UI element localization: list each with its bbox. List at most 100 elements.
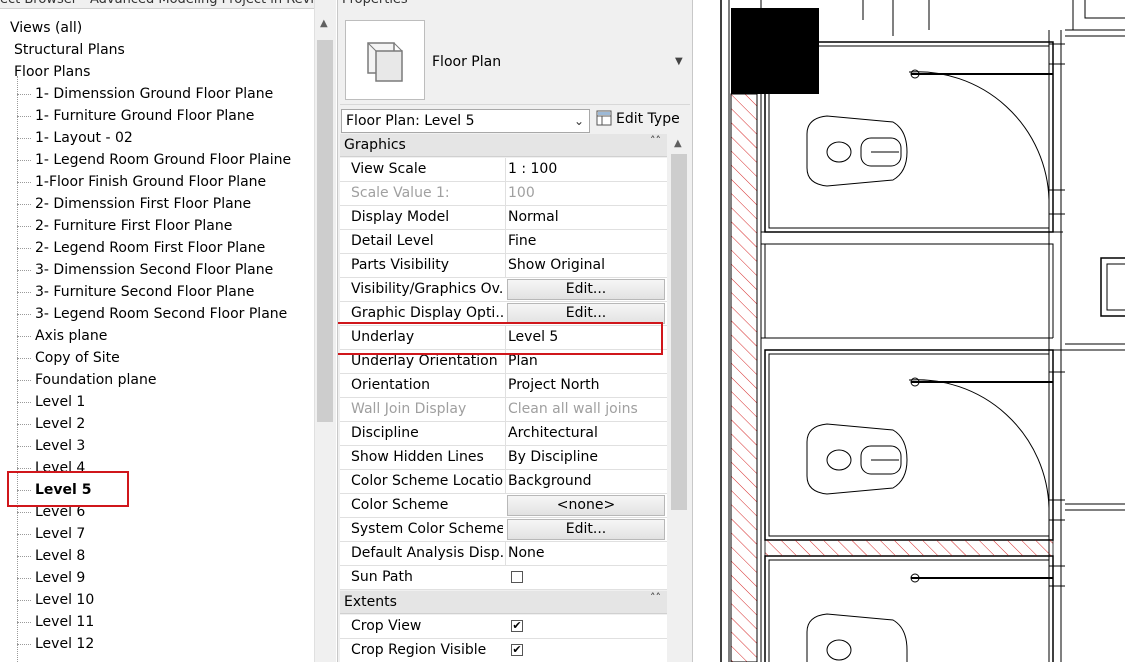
- property-value[interactable]: Project North: [505, 374, 669, 397]
- type-dropdown-icon[interactable]: ▼: [675, 56, 683, 67]
- property-row: Crop View ✔: [340, 615, 667, 639]
- tree-item-view[interactable]: 2- Furniture First Floor Plane: [16, 215, 233, 237]
- tree-item-label: 1- Legend Room Ground Floor Plaine: [35, 152, 292, 168]
- tree-group-structural-plans[interactable]: Structural Plans: [14, 39, 125, 61]
- tree-item-label: Level 9: [35, 570, 86, 586]
- property-value: 100: [505, 182, 669, 205]
- property-edit-button[interactable]: Edit...: [507, 519, 665, 540]
- property-row: Show Hidden Lines By Discipline: [340, 446, 667, 470]
- drawing-area[interactable]: [693, 0, 1125, 662]
- property-name: Detail Level: [351, 233, 434, 249]
- property-value[interactable]: 1 : 100: [505, 158, 669, 181]
- tree-item-view[interactable]: 3- Furniture Second Floor Plane: [16, 281, 255, 303]
- property-name: Scale Value 1:: [351, 185, 450, 201]
- tree-item-view[interactable]: 3- Dimenssion Second Floor Plane: [16, 259, 273, 281]
- selected-view-highlight: [7, 471, 129, 507]
- tree-item-view[interactable]: Level 3: [16, 435, 86, 457]
- property-row: View Scale 1 : 100: [340, 158, 667, 182]
- property-row: Scale Value 1: 100: [340, 182, 667, 206]
- chevron-down-icon[interactable]: ⌄: [574, 110, 584, 132]
- property-name: Sun Path: [351, 569, 413, 585]
- browser-scrollbar[interactable]: ▲: [314, 0, 336, 662]
- tree-item-view[interactable]: 1- Layout - 02: [17, 127, 133, 149]
- toilet-fixture: [806, 423, 908, 495]
- tree-item-view[interactable]: Level 11: [16, 611, 95, 633]
- tree-item-label: Level 3: [35, 438, 86, 454]
- tree-item-view[interactable]: Level 7: [16, 523, 85, 545]
- tree-item-view[interactable]: Copy of Site: [17, 347, 120, 369]
- properties-scroll-thumb[interactable]: [671, 154, 687, 510]
- tree-guide-line: [17, 76, 18, 662]
- property-checkbox[interactable]: [511, 571, 523, 583]
- tree-item-label: Level 10: [35, 592, 95, 608]
- property-name: Orientation: [351, 377, 431, 393]
- property-row: Orientation Project North: [340, 374, 667, 398]
- tree-item-label: Floor Plans: [14, 64, 91, 80]
- floor-plan-canvas[interactable]: [693, 0, 1125, 662]
- property-row: Default Analysis Disp... None: [340, 542, 667, 566]
- property-name: Wall Join Display: [351, 401, 467, 417]
- instance-selector[interactable]: Floor Plan: Level 5 ⌄: [341, 109, 590, 133]
- tree-item-label: Level 11: [35, 614, 95, 630]
- tree-item-label: Level 12: [35, 636, 95, 652]
- tree-item-view[interactable]: 2- Dimenssion First Floor Plane: [16, 193, 251, 215]
- property-row: Color Scheme <none>: [340, 494, 667, 518]
- property-edit-button[interactable]: Edit...: [507, 303, 665, 324]
- tree-item-label: 1- Layout - 02: [35, 130, 133, 146]
- tree-item-view[interactable]: Level 2: [16, 413, 85, 435]
- property-checkbox[interactable]: ✔: [511, 620, 523, 632]
- properties-scrollbar[interactable]: ▲: [668, 134, 690, 662]
- property-value[interactable]: None: [505, 542, 669, 565]
- property-name: Crop Region Visible: [351, 642, 487, 658]
- tree-item-view[interactable]: Level 8: [16, 545, 85, 567]
- property-value[interactable]: Fine: [505, 230, 669, 253]
- property-checkbox[interactable]: ✔: [511, 644, 523, 656]
- section-graphics[interactable]: Graphics ˄˄: [340, 134, 667, 157]
- tree-item-label: 2- Furniture First Floor Plane: [35, 218, 233, 234]
- collapse-icon[interactable]: ˄˄: [650, 134, 661, 147]
- property-value[interactable]: By Discipline: [505, 446, 669, 469]
- tree-item-view[interactable]: 1- Legend Room Ground Floor Plaine: [16, 149, 292, 171]
- tree-group-floor-plans[interactable]: Floor Plans: [14, 61, 90, 83]
- tree-item-view[interactable]: 2- Legend Room First Floor Plane: [16, 237, 265, 259]
- property-row: Discipline Architectural: [340, 422, 667, 446]
- tree-item-view[interactable]: 1- Dimenssion Ground Floor Plane: [16, 83, 273, 105]
- project-browser: ect Browser - Advanced Modeling Project …: [0, 0, 336, 662]
- tree-item-view[interactable]: Level 10: [16, 589, 95, 611]
- property-name: Show Hidden Lines: [351, 449, 484, 465]
- property-row: Display Model Normal: [340, 206, 667, 230]
- tree-item-view[interactable]: Foundation plane: [16, 369, 156, 391]
- property-value[interactable]: Architectural: [505, 422, 669, 445]
- tree-item-view[interactable]: Level 9: [16, 567, 86, 589]
- collapse-icon[interactable]: ˄˄: [650, 591, 661, 604]
- property-value: Clean all wall joins: [505, 398, 669, 421]
- tree-item-label: Views (all): [10, 20, 83, 36]
- property-value[interactable]: Show Original: [505, 254, 669, 277]
- browser-scroll-thumb[interactable]: [317, 40, 333, 422]
- property-edit-button[interactable]: Edit...: [507, 279, 665, 300]
- tree-item-view[interactable]: 3- Legend Room Second Floor Plane: [16, 303, 288, 325]
- tree-item-label: 3- Legend Room Second Floor Plane: [35, 306, 288, 322]
- property-value[interactable]: Normal: [505, 206, 669, 229]
- type-selector[interactable]: Floor Plan ▼: [340, 12, 690, 105]
- edit-type-button[interactable]: Edit Type: [596, 108, 680, 132]
- edit-type-icon: [596, 110, 612, 126]
- property-edit-button[interactable]: <none>: [507, 495, 665, 516]
- tree-item-view[interactable]: Level 1: [16, 391, 85, 413]
- property-name: Display Model: [351, 209, 450, 225]
- project-browser-title: ect Browser - Advanced Modeling Project …: [0, 0, 314, 9]
- property-row: Visibility/Graphics Ov... Edit...: [340, 278, 667, 302]
- scroll-up-icon[interactable]: ▲: [674, 138, 682, 149]
- tree-item-view[interactable]: Axis plane: [16, 325, 107, 347]
- tree-item-view[interactable]: 1- Furniture Ground Floor Plane: [16, 105, 254, 127]
- tree-item-label: 3- Furniture Second Floor Plane: [35, 284, 255, 300]
- section-extents[interactable]: Extents ˄˄: [340, 591, 667, 614]
- property-name: Visibility/Graphics Ov...: [351, 281, 503, 297]
- scroll-up-icon[interactable]: ▲: [320, 18, 328, 29]
- tree-item-view[interactable]: Level 12: [16, 633, 95, 655]
- tree-root-views[interactable]: Views (all): [10, 17, 82, 39]
- edit-type-label: Edit Type: [616, 111, 680, 127]
- property-value[interactable]: Background: [505, 470, 669, 493]
- property-name: Default Analysis Disp...: [351, 545, 503, 561]
- tree-item-view[interactable]: 1-Floor Finish Ground Floor Plane: [16, 171, 266, 193]
